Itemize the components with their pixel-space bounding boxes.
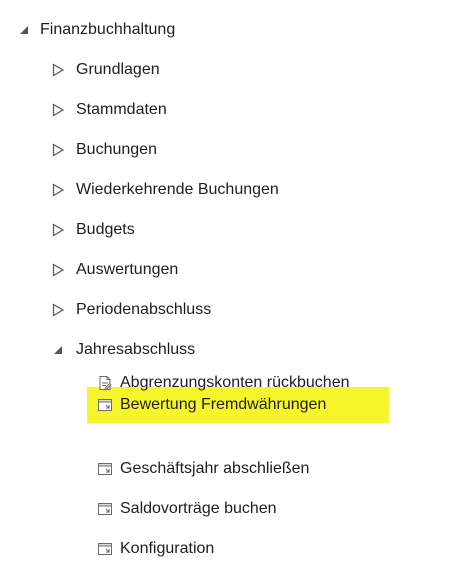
tree-node-auswertungen[interactable]: Auswertungen xyxy=(50,257,178,283)
tree-node-jahresabschluss[interactable]: Jahresabschluss xyxy=(50,337,195,363)
tree-node-label: Budgets xyxy=(76,221,135,238)
tree-leaf-label: Konfiguration xyxy=(120,540,215,557)
tree-node-buchungen[interactable]: Buchungen xyxy=(50,137,157,163)
tree-leaf-saldovortraege-buchen[interactable]: Saldovorträge buchen xyxy=(96,496,277,522)
tree-node-budgets[interactable]: Budgets xyxy=(50,217,135,243)
tree-node-label: Wiederkehrende Buchungen xyxy=(76,181,279,198)
tree-node-label: Buchungen xyxy=(76,141,157,158)
collapse-triangle-icon[interactable] xyxy=(16,22,32,38)
tree-node-label: Auswertungen xyxy=(76,261,179,278)
expand-triangle-icon[interactable] xyxy=(50,302,66,318)
tree-node-grundlagen[interactable]: Grundlagen xyxy=(50,57,160,83)
tree-leaf-bewertung-fremdwaehrungen[interactable]: Bewertung Fremdwährungen xyxy=(96,392,326,418)
collapse-triangle-icon[interactable] xyxy=(50,342,66,358)
tree-node-label: Grundlagen xyxy=(76,61,160,78)
expand-triangle-icon[interactable] xyxy=(50,102,66,118)
tree-leaf-geschaeftsjahr-abschliessen[interactable]: Geschäftsjahr abschließen xyxy=(96,456,309,482)
expand-triangle-icon[interactable] xyxy=(50,222,66,238)
window-form-icon xyxy=(96,540,114,558)
expand-triangle-icon[interactable] xyxy=(50,142,66,158)
tree-leaf-label: Bewertung Fremdwährungen xyxy=(120,396,327,413)
tree-node-label: Stammdaten xyxy=(76,101,167,118)
tree-node-stammdaten[interactable]: Stammdaten xyxy=(50,97,167,123)
tree-node-label: Jahresabschluss xyxy=(76,341,196,358)
window-form-icon xyxy=(96,396,114,414)
tree-node-finanzbuchhaltung[interactable]: Finanzbuchhaltung xyxy=(16,17,175,43)
tree-leaf-label: Geschäftsjahr abschließen xyxy=(120,460,310,477)
tree-leaf-konfiguration[interactable]: Konfiguration xyxy=(96,536,214,562)
expand-triangle-icon[interactable] xyxy=(50,182,66,198)
document-edit-icon xyxy=(96,374,114,392)
window-form-icon xyxy=(96,460,114,478)
tree-leaf-label: Saldovorträge buchen xyxy=(120,500,277,517)
tree-node-label: Periodenabschluss xyxy=(76,301,212,318)
expand-triangle-icon[interactable] xyxy=(50,262,66,278)
tree-node-wiederkehrende-buchungen[interactable]: Wiederkehrende Buchungen xyxy=(50,177,279,203)
tree-node-periodenabschluss[interactable]: Periodenabschluss xyxy=(50,297,211,323)
expand-triangle-icon[interactable] xyxy=(50,62,66,78)
tree-node-label: Finanzbuchhaltung xyxy=(40,21,176,38)
window-form-icon xyxy=(96,500,114,518)
navigation-tree: Finanzbuchhaltung Grundlagen Stammdaten … xyxy=(0,0,449,562)
